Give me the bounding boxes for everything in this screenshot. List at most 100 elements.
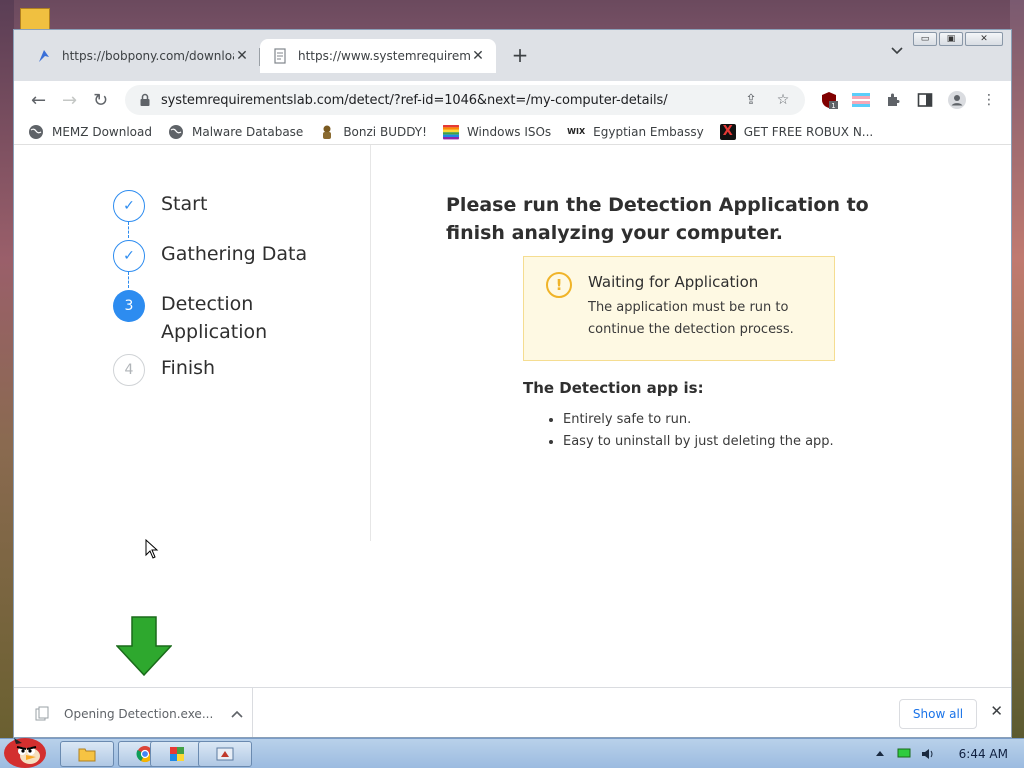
- address-bar[interactable]: systemrequirementslab.com/detect/?ref-id…: [125, 85, 805, 115]
- reload-button[interactable]: ↻: [86, 85, 115, 115]
- step-label: Detection Application: [161, 293, 268, 343]
- bookmark-label: Windows ISOs: [466, 124, 552, 139]
- volume-icon[interactable]: [921, 747, 935, 761]
- page-heading: Please run the Detection Application to …: [446, 194, 869, 244]
- wizard-steps: ✓ Start ✓ Gathering Data 3 Detection App…: [113, 190, 311, 404]
- bookmark-free-robux[interactable]: X GET FREE ROBUX N...: [719, 123, 874, 140]
- back-button[interactable]: ←: [24, 85, 53, 115]
- taskbar: 6:44 AM: [0, 738, 1024, 768]
- browser-window: ▭ ▣ ✕ https://bobpony.com/downloads ✕ ht…: [13, 29, 1012, 738]
- bonzi-icon: [323, 125, 332, 139]
- title-bar: ▭ ▣ ✕ https://bobpony.com/downloads ✕ ht…: [14, 30, 1011, 81]
- taskbar-explorer-button[interactable]: [60, 741, 114, 767]
- list-item: Easy to uninstall by just deleting the a…: [563, 431, 834, 453]
- rainbow-flag-icon: [442, 124, 459, 139]
- bookmark-egyptian-embassy[interactable]: WIX Egyptian Embassy: [567, 124, 704, 140]
- step-start: ✓ Start: [113, 190, 311, 238]
- wix-icon: WIX: [567, 126, 586, 136]
- list-item: Entirely safe to run.: [563, 409, 834, 431]
- chrome-menu-icon[interactable]: ⋮: [977, 88, 1001, 112]
- pride-extension-icon[interactable]: [849, 88, 873, 112]
- url-text[interactable]: systemrequirementslab.com/detect/?ref-id…: [161, 93, 731, 108]
- bookmark-star-icon[interactable]: ☆: [771, 92, 795, 108]
- window-controls: ▭ ▣ ✕: [913, 32, 1003, 46]
- tab-systemrequirements[interactable]: https://www.systemrequirements ✕: [260, 39, 496, 73]
- step-label: Gathering Data: [161, 243, 308, 265]
- waiting-alert: ! Waiting for Application The applicatio…: [523, 256, 835, 361]
- page-favicon-icon: [274, 48, 286, 64]
- tab-strip: https://bobpony.com/downloads ✕ https://…: [24, 39, 534, 73]
- bookmark-label: Egyptian Embassy: [593, 124, 704, 139]
- lock-icon[interactable]: [139, 93, 151, 107]
- check-icon: ✓: [113, 190, 145, 222]
- extensions-area: 1 ⋮: [817, 88, 1001, 112]
- system-tray: 6:44 AM: [873, 739, 1008, 768]
- tab-title: https://www.systemrequirements: [298, 49, 470, 63]
- step-label: Start: [161, 193, 208, 215]
- minimize-button[interactable]: ▭: [913, 32, 937, 46]
- clock[interactable]: 6:44 AM: [959, 747, 1008, 761]
- file-icon: [35, 706, 49, 720]
- tray-expand-icon[interactable]: [873, 747, 887, 761]
- bookmark-label: MEMZ Download: [52, 124, 152, 139]
- new-tab-button[interactable]: +: [506, 42, 534, 70]
- folder-icon: [78, 748, 96, 762]
- desktop-wallpaper-right: [1010, 0, 1024, 740]
- vertical-divider: [370, 145, 371, 541]
- extensions-puzzle-icon[interactable]: [881, 88, 905, 112]
- taskbar-media-button[interactable]: [150, 741, 204, 767]
- forward-button[interactable]: →: [55, 85, 84, 115]
- step-detection-application: 3 Detection Application: [113, 290, 311, 346]
- battery-icon[interactable]: [897, 747, 911, 761]
- tab-title: https://bobpony.com/downloads: [62, 49, 234, 63]
- desktop-wallpaper-left: [0, 0, 14, 740]
- alert-body: The application must be run to continue …: [588, 300, 794, 337]
- app-info-list: Entirely safe to run. Easy to uninstall …: [563, 409, 834, 453]
- bookmark-memz[interactable]: MEMZ Download: [28, 124, 152, 140]
- globe-icon: [29, 124, 43, 139]
- page-content: ✓ Start ✓ Gathering Data 3 Detection App…: [14, 145, 1011, 688]
- bookmark-windows-isos[interactable]: Windows ISOs: [442, 124, 552, 140]
- share-icon[interactable]: ⇪: [739, 92, 763, 108]
- step-connector: [128, 222, 129, 238]
- tab-close-icon[interactable]: ✕: [234, 48, 250, 64]
- download-filename: Opening Detection.exe...: [64, 706, 214, 721]
- close-window-button[interactable]: ✕: [965, 32, 1003, 46]
- step-number: 3: [113, 290, 145, 322]
- media-player-icon: [170, 747, 184, 761]
- alert-title: Waiting for Application: [588, 273, 759, 291]
- bookmark-malware-database[interactable]: Malware Database: [168, 124, 303, 140]
- angry-bird-start-icon[interactable]: [0, 729, 50, 768]
- ublock-badge: 1: [831, 102, 835, 110]
- step-finish: 4 Finish: [113, 354, 311, 386]
- step-label: Finish: [161, 357, 216, 379]
- red-x-icon: X: [719, 123, 736, 140]
- bobpony-favicon-icon: [39, 50, 49, 62]
- tab-bobpony[interactable]: https://bobpony.com/downloads ✕: [24, 39, 260, 73]
- warning-icon: !: [546, 272, 572, 298]
- side-panel-icon[interactable]: [913, 88, 937, 112]
- bookmark-bonzi-buddy[interactable]: Bonzi BUDDY!: [319, 124, 427, 140]
- app-window-icon: [216, 747, 234, 761]
- bookmark-label: GET FREE ROBUX N...: [743, 124, 874, 139]
- mouse-cursor-icon: [145, 539, 159, 559]
- app-info-heading: The Detection app is:: [523, 379, 704, 397]
- show-all-button[interactable]: Show all: [899, 699, 977, 729]
- chevron-up-icon[interactable]: [222, 707, 252, 721]
- tab-close-icon[interactable]: ✕: [470, 48, 486, 64]
- close-download-bar-icon[interactable]: ✕: [990, 702, 1003, 720]
- check-icon: ✓: [113, 240, 145, 272]
- step-number: 4: [113, 354, 145, 386]
- profile-avatar-icon[interactable]: [945, 88, 969, 112]
- download-shelf: Opening Detection.exe... Show all ✕: [14, 687, 1011, 737]
- download-arrow-icon: [116, 616, 172, 676]
- maximize-button[interactable]: ▣: [939, 32, 963, 46]
- step-gathering-data: ✓ Gathering Data: [113, 240, 311, 288]
- bookmark-label: Bonzi BUDDY!: [343, 124, 427, 139]
- ublock-icon[interactable]: 1: [817, 88, 841, 112]
- bookmarks-bar: MEMZ Download Malware Database Bonzi BUD…: [14, 119, 1011, 145]
- globe-icon: [168, 124, 183, 139]
- tab-search-chevron-icon[interactable]: [891, 44, 903, 58]
- toolbar: ← → ↻ systemrequirementslab.com/detect/?…: [14, 81, 1011, 119]
- taskbar-app-button[interactable]: [198, 741, 252, 767]
